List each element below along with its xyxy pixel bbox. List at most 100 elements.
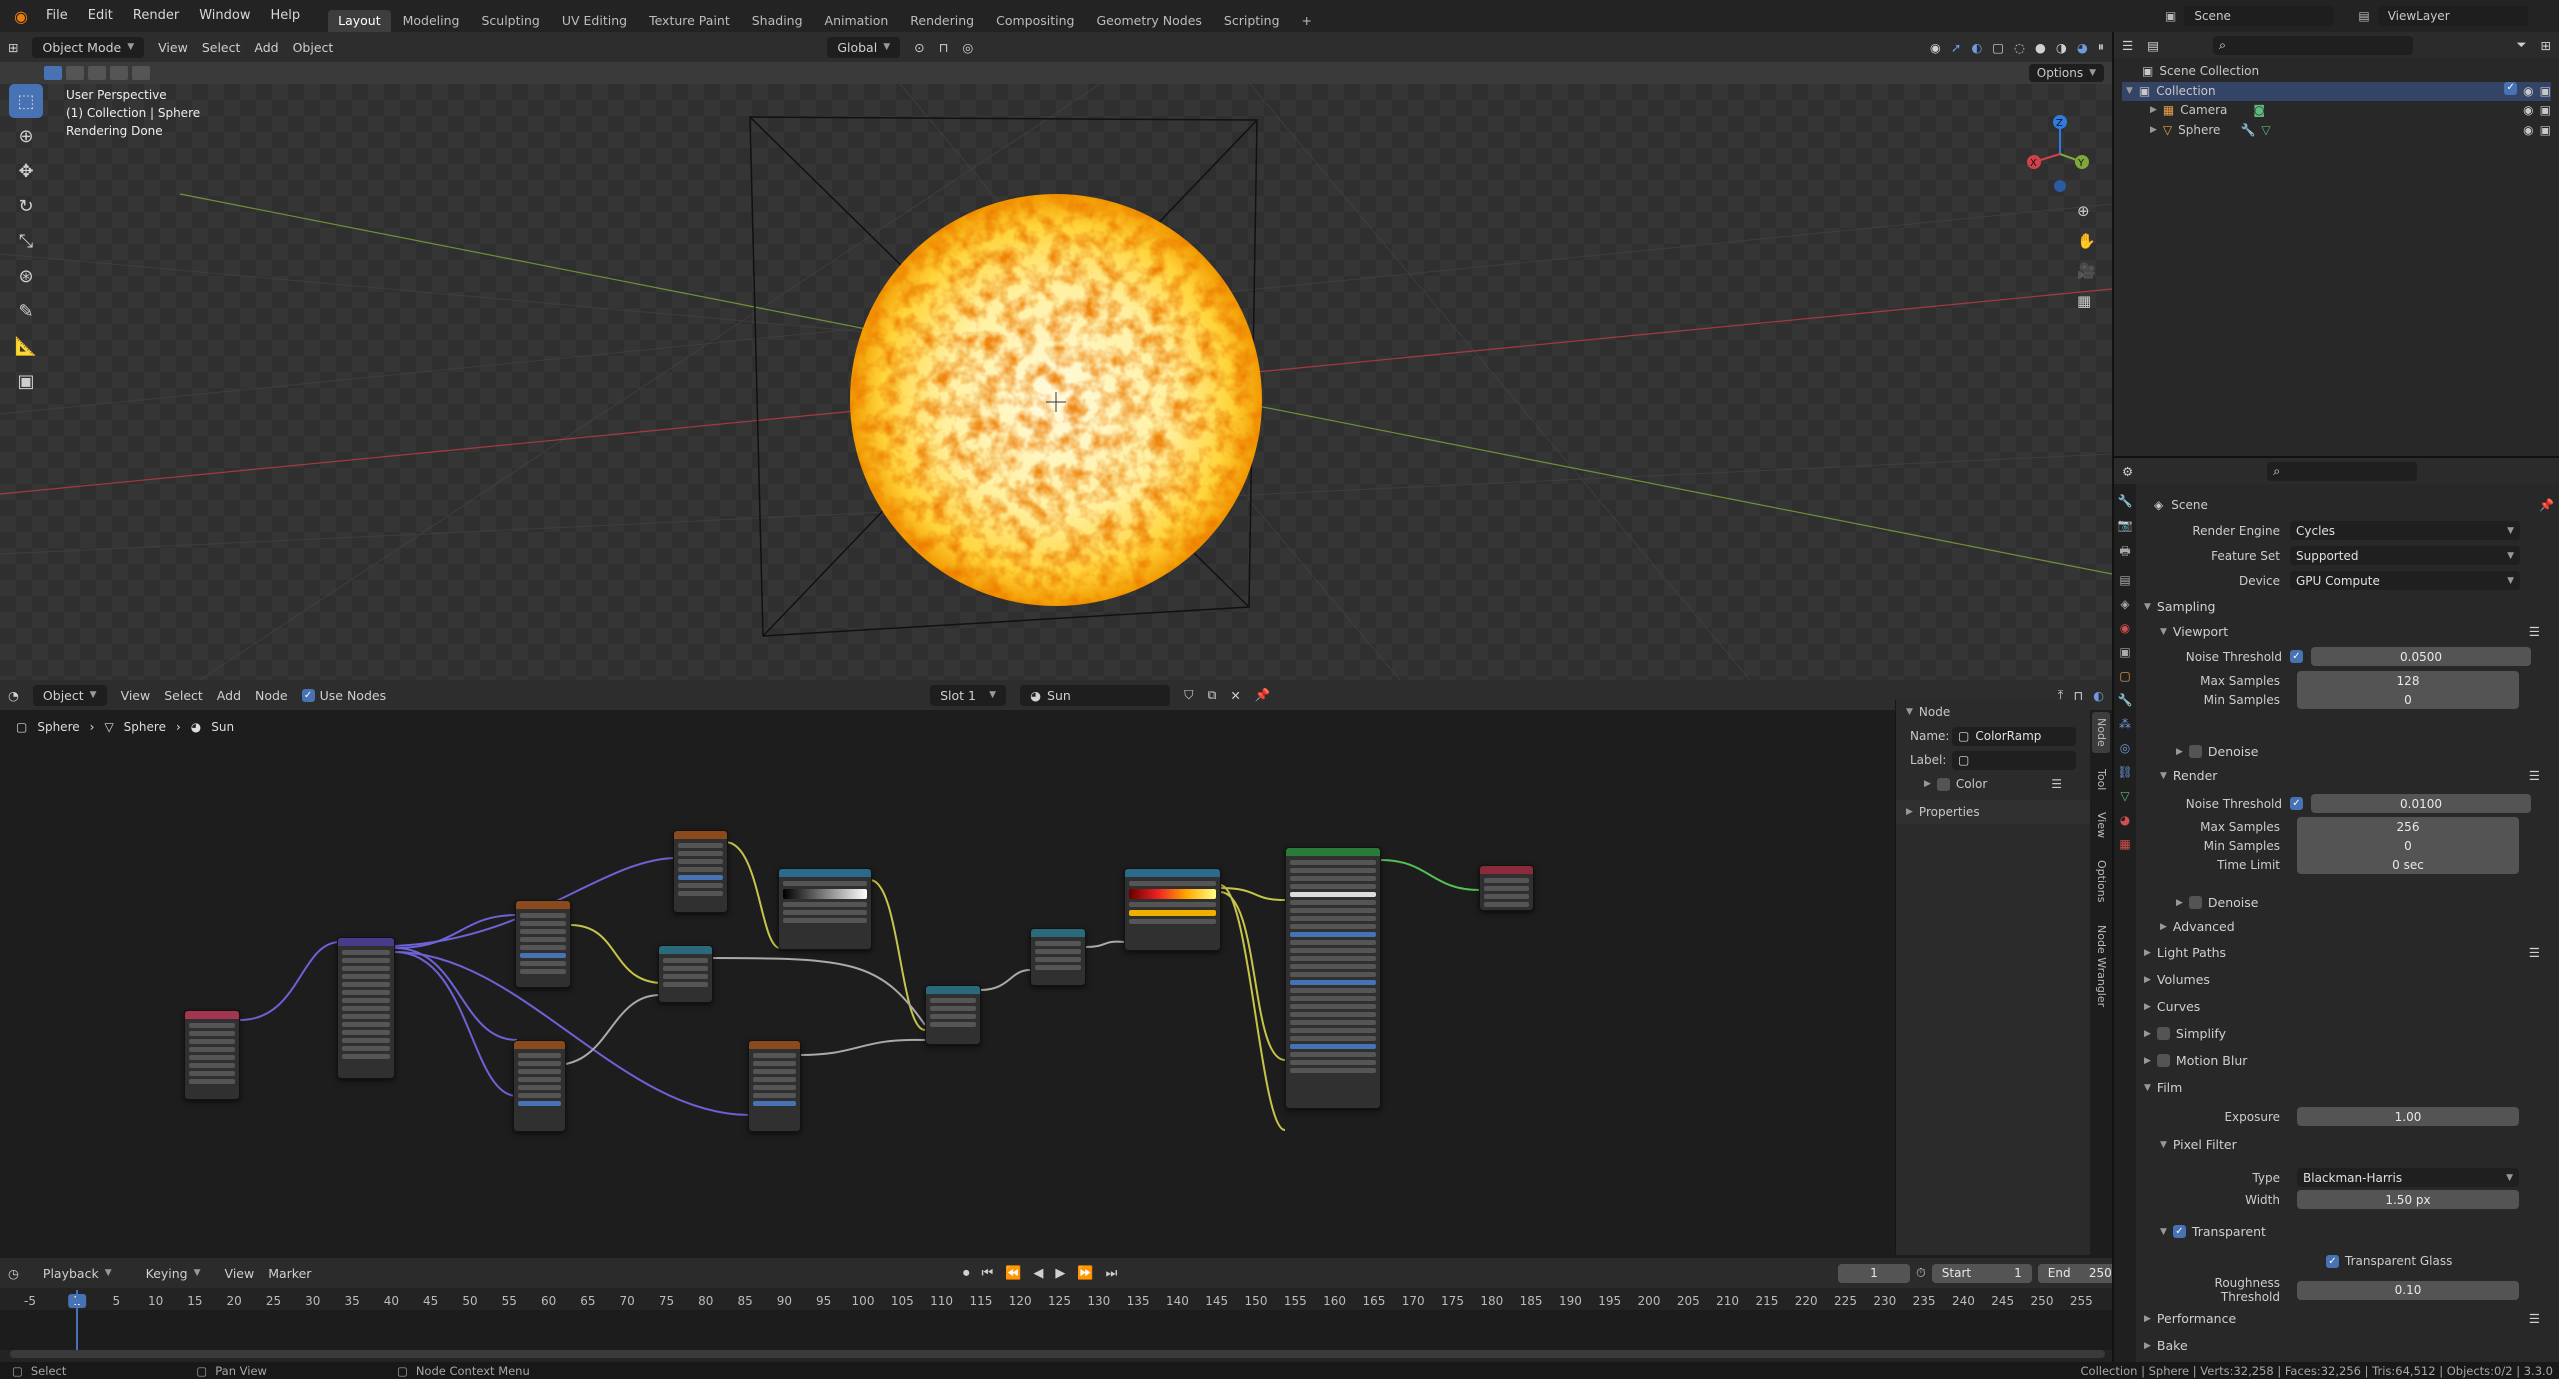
blender-logo-icon[interactable]: ◉: [6, 7, 36, 26]
frame-ruler[interactable]: -515101520253035404550556065707580859095…: [0, 1288, 2112, 1310]
select-box-mode-icon[interactable]: [44, 66, 62, 80]
texture-tab-icon[interactable]: ▦: [2119, 837, 2130, 851]
timeline-editor-icon[interactable]: ◷: [8, 1266, 19, 1281]
pivot-icon[interactable]: ⊙: [914, 40, 924, 55]
menu-help[interactable]: Help: [260, 0, 310, 32]
collection-tab-icon[interactable]: ▣: [2119, 645, 2130, 659]
node-color-row[interactable]: ▶ Color ☰: [1896, 772, 2090, 796]
filter-type-select[interactable]: Blackman-Harris ▼: [2297, 1168, 2519, 1187]
navigation-gizmo[interactable]: Z X Y: [2020, 114, 2100, 194]
measure-tool-icon[interactable]: 📐: [9, 329, 43, 363]
overlay-icon[interactable]: ◐: [1971, 40, 1982, 55]
object-tab-icon[interactable]: ▢: [2119, 669, 2130, 683]
bake-panel[interactable]: ▶ Bake: [2144, 1338, 2188, 1353]
camera-render-icon[interactable]: ▣: [2540, 101, 2551, 121]
properties-editor-icon[interactable]: ⚙: [2122, 464, 2133, 479]
view-layer-tab-icon[interactable]: ▤: [2119, 573, 2130, 587]
add-cube-tool-icon[interactable]: ▣: [9, 364, 43, 398]
tree-scene-collection[interactable]: ▣ Scene Collection: [2122, 62, 2551, 82]
node-overlay-icon[interactable]: ◐: [2093, 688, 2104, 703]
volumes-panel[interactable]: ▶ Volumes: [2144, 972, 2210, 987]
render-engine-select[interactable]: Cycles ▼: [2290, 521, 2520, 540]
select-invert-mode-icon[interactable]: [110, 66, 128, 80]
render-tab-icon[interactable]: 📷: [2118, 518, 2133, 532]
view-layer-icon[interactable]: ▤: [2358, 9, 2369, 23]
scene-icon[interactable]: ▣: [2165, 9, 2176, 23]
node-mapping[interactable]: [337, 937, 395, 1079]
list-icon[interactable]: ☰: [2051, 777, 2062, 791]
curves-panel[interactable]: ▶ Curves: [2144, 999, 2200, 1014]
roughness-threshold-field[interactable]: 0.10: [2297, 1280, 2519, 1300]
physics-tab-icon[interactable]: ◎: [2120, 741, 2130, 755]
feature-set-select[interactable]: Supported ▼: [2290, 546, 2520, 565]
new-collection-icon[interactable]: ⊞: [2541, 38, 2551, 53]
timeline-track-area[interactable]: [0, 1310, 2112, 1350]
xray-icon[interactable]: ▢: [1992, 40, 2004, 55]
exposure-field[interactable]: 1.00: [2297, 1107, 2519, 1126]
camera-view-icon[interactable]: 🎥: [2077, 262, 2096, 280]
output-tab-icon[interactable]: 🖶: [2119, 542, 2130, 563]
tab-geometry-nodes[interactable]: Geometry Nodes: [1086, 10, 1211, 32]
tab-uv-editing[interactable]: UV Editing: [552, 10, 637, 32]
node-editor[interactable]: ◔ Object ▼ View Select Add Node ✓ Use Node…: [0, 680, 2112, 1258]
select-subtract-mode-icon[interactable]: [88, 66, 106, 80]
viewport-subpanel-header[interactable]: ▼ Viewport ☰: [2160, 624, 2540, 639]
tab-animation[interactable]: Animation: [815, 10, 899, 32]
vp-max-samples-field[interactable]: 128: [2297, 671, 2519, 690]
scene-tab-icon[interactable]: ◈: [2120, 597, 2129, 611]
transform-tool-icon[interactable]: ⊛: [9, 259, 43, 293]
record-icon[interactable]: ⏺: [963, 1266, 970, 1281]
tree-sphere[interactable]: ▶ ▽ Sphere 🔧 ▽ ◉ ▣: [2122, 121, 2551, 141]
node-colorramp-selected[interactable]: [1124, 868, 1221, 951]
r-noise-threshold-checkbox[interactable]: ✓: [2290, 797, 2303, 810]
world-tab-icon[interactable]: ◉: [2120, 621, 2130, 635]
outliner-editor-icon[interactable]: ☰: [2122, 38, 2133, 53]
select-extend-mode-icon[interactable]: [66, 66, 84, 80]
rotate-tool-icon[interactable]: ↻: [9, 189, 43, 223]
tab-rendering[interactable]: Rendering: [900, 10, 984, 32]
light-paths-panel[interactable]: ▶ Light Paths ☰: [2144, 945, 2540, 960]
eye-icon[interactable]: ◉: [2523, 101, 2533, 121]
play-reverse-icon[interactable]: ◀: [1033, 1266, 1043, 1281]
proportional-edit-icon[interactable]: ◎: [962, 40, 973, 55]
select-tool-icon[interactable]: ⬚: [9, 84, 43, 118]
keying-dropdown[interactable]: Keying ▼: [136, 1263, 211, 1284]
r-max-samples-field[interactable]: 256: [2297, 817, 2519, 836]
annotate-tool-icon[interactable]: ✎: [9, 294, 43, 328]
motion-blur-panel[interactable]: ▶ Motion Blur: [2144, 1053, 2247, 1068]
shading-material-icon[interactable]: ◑: [2056, 40, 2067, 55]
shading-solid-icon[interactable]: ●: [2035, 40, 2046, 55]
node-properties-header[interactable]: ▶ Properties: [1896, 800, 2090, 824]
pan-hand-icon[interactable]: ✋: [2077, 232, 2096, 250]
timeline-menu-marker[interactable]: Marker: [268, 1266, 311, 1281]
playback-dropdown[interactable]: Playback ▼: [33, 1263, 122, 1284]
particles-tab-icon[interactable]: ⁂: [2119, 717, 2131, 731]
node-section-header[interactable]: ▼ Node: [1896, 700, 2090, 724]
tab-scripting[interactable]: Scripting: [1214, 10, 1290, 32]
simplify-panel[interactable]: ▶ Simplify: [2144, 1026, 2226, 1041]
camera-render-icon[interactable]: ▣: [2540, 121, 2551, 141]
zoom-icon[interactable]: ⊕: [2077, 202, 2096, 220]
shading-wireframe-icon[interactable]: ◌: [2014, 40, 2025, 55]
playhead[interactable]: [76, 1290, 78, 1350]
collection-exclude-checkbox[interactable]: ✓: [2504, 81, 2518, 95]
tab-sculpting[interactable]: Sculpting: [471, 10, 549, 32]
sidebar-tab-options[interactable]: Options: [2092, 854, 2110, 908]
node-color-checkbox[interactable]: [1936, 777, 1950, 791]
tab-modeling[interactable]: Modeling: [393, 10, 470, 32]
node-colorramp-a[interactable]: [778, 868, 872, 950]
node-texture-coordinate[interactable]: [184, 1010, 240, 1100]
visibility-icon[interactable]: ◉: [1930, 40, 1941, 55]
sampling-panel-header[interactable]: ▼ Sampling: [2144, 599, 2215, 614]
vp-noise-threshold-field[interactable]: 0.0500: [2311, 647, 2531, 666]
view-layer-selector[interactable]: ViewLayer: [2377, 6, 2528, 26]
modifiers-tab-icon[interactable]: 🔧: [2118, 693, 2133, 707]
menu-object[interactable]: Object: [293, 40, 334, 55]
tab-layout[interactable]: Layout: [328, 10, 391, 32]
r-noise-threshold-field[interactable]: 0.0100: [2311, 794, 2531, 813]
timeline[interactable]: ◷ Playback ▼ Keying ▼ View Marker ⏺ ⏮ ⏪ ◀ …: [0, 1258, 2122, 1362]
node-noise-texture-a[interactable]: [515, 900, 571, 988]
play-icon[interactable]: ▶: [1055, 1266, 1065, 1281]
editor-type-icon[interactable]: ⊞: [8, 40, 18, 55]
current-frame-field[interactable]: 1: [1838, 1263, 1910, 1283]
